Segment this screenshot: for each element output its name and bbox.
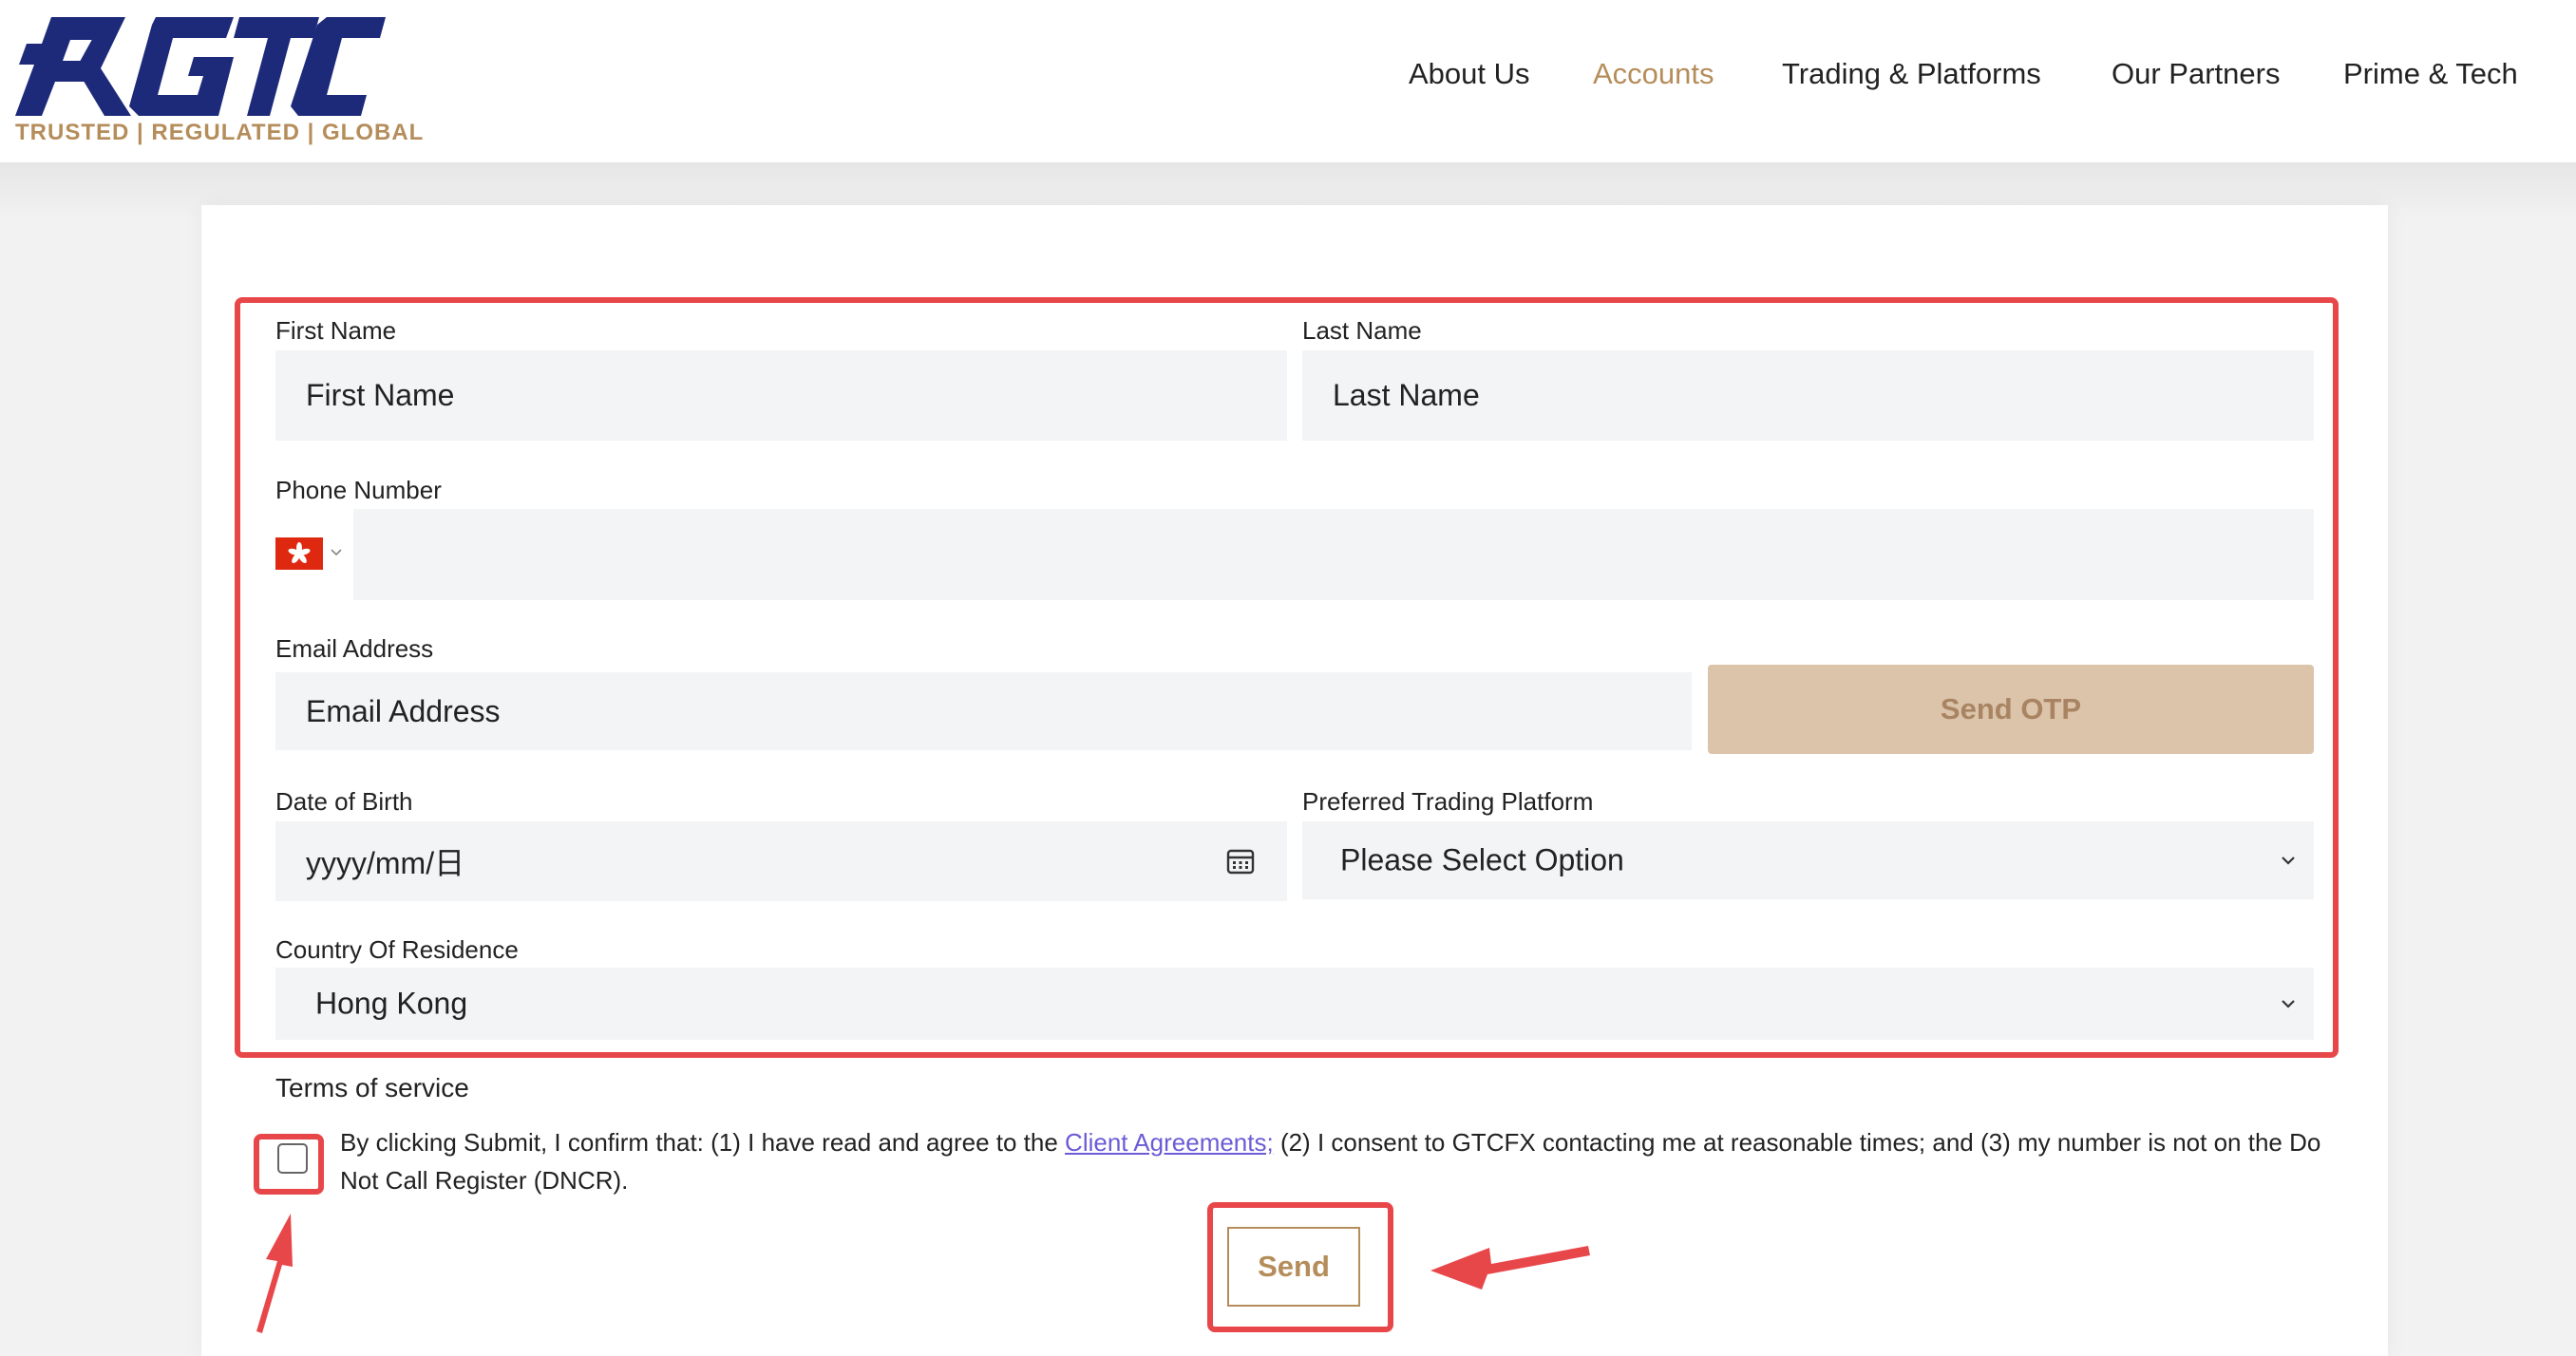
- gtc-logo-mark: [15, 17, 386, 116]
- phone-number-label: Phone Number: [275, 476, 442, 504]
- nav-trading-platforms[interactable]: Trading & Platforms: [1782, 57, 2041, 91]
- nav-our-partners[interactable]: Our Partners: [2112, 57, 2280, 91]
- terms-text: By clicking Submit, I confirm that: (1) …: [340, 1123, 2325, 1199]
- last-name-input[interactable]: [1302, 350, 2314, 441]
- first-name-input[interactable]: [275, 350, 1287, 441]
- nav-about-us[interactable]: About Us: [1409, 57, 1530, 91]
- terms-text-before: By clicking Submit, I confirm that: (1) …: [340, 1128, 1066, 1157]
- country-label: Country Of Residence: [275, 935, 519, 964]
- phone-number-input[interactable]: [353, 509, 2314, 600]
- client-agreements-link[interactable]: Client Agreements;: [1065, 1128, 1274, 1157]
- dob-label: Date of Birth: [275, 787, 413, 816]
- country-select[interactable]: Hong Kong: [275, 968, 2314, 1040]
- email-input[interactable]: [275, 672, 1692, 750]
- gtc-logo[interactable]: TRUSTED | REGULATED | GLOBAL: [13, 11, 423, 152]
- platform-label: Preferred Trading Platform: [1302, 787, 1594, 816]
- send-otp-button[interactable]: Send OTP: [1708, 665, 2314, 754]
- logo-tagline: TRUSTED | REGULATED | GLOBAL: [15, 120, 425, 145]
- calendar-icon[interactable]: [1226, 848, 1255, 875]
- country-select-value: Hong Kong: [315, 986, 468, 1021]
- nav-accounts[interactable]: Accounts: [1593, 57, 1714, 91]
- terms-title: Terms of service: [275, 1073, 469, 1102]
- nav-prime-tech[interactable]: Prime & Tech: [2343, 57, 2518, 91]
- hong-kong-flag-icon[interactable]: [275, 537, 323, 570]
- send-button[interactable]: Send: [1227, 1227, 1360, 1307]
- dob-value: yyyy/mm/日: [306, 846, 465, 880]
- site-header: TRUSTED | REGULATED | GLOBAL About Us Ac…: [0, 0, 2576, 163]
- platform-select-value: Please Select Option: [1340, 842, 1624, 877]
- terms-checkbox[interactable]: [277, 1143, 308, 1174]
- dob-input[interactable]: yyyy/mm/日: [275, 821, 1287, 901]
- country-chevron-down-icon: [2282, 1000, 2295, 1008]
- platform-select[interactable]: Please Select Option: [1302, 821, 2314, 899]
- last-name-label: Last Name: [1302, 316, 1422, 345]
- email-label: Email Address: [275, 634, 434, 663]
- country-code-chevron-down-icon[interactable]: [329, 545, 344, 560]
- first-name-label: First Name: [275, 316, 397, 345]
- platform-chevron-down-icon: [2282, 857, 2295, 865]
